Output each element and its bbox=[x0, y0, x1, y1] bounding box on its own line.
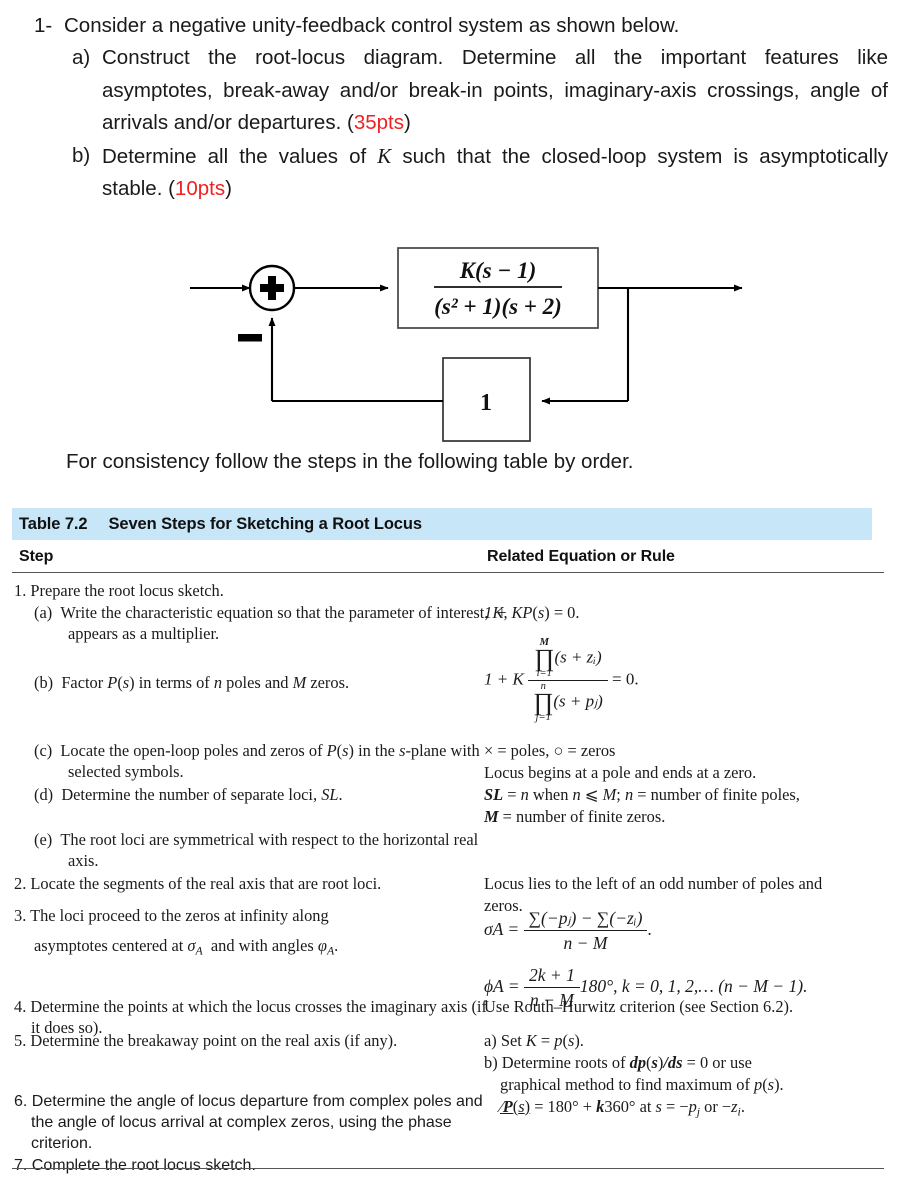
rule-1a: 1 + KP(s) = 0. bbox=[484, 603, 580, 622]
table-bottom-border bbox=[12, 1168, 884, 1169]
column-header-step: Step bbox=[19, 548, 54, 565]
question-item-b-text: Determine all the values of K such that … bbox=[102, 140, 888, 206]
root-locus-steps-table: Table 7.2 Seven Steps for Sketching a Ro… bbox=[12, 508, 910, 1174]
question-item-b-points: 10pts bbox=[174, 176, 226, 200]
question-item-b: b) Determine all the values of K such th… bbox=[72, 140, 888, 206]
step-1: 1. Prepare the root locus sketch. bbox=[14, 581, 224, 600]
question-item-a-body: Construct the root-locus diagram. Determ… bbox=[102, 46, 888, 135]
question-item-a: a) Construct the root-locus diagram. Det… bbox=[72, 42, 888, 139]
question-item-a-marker: a) bbox=[72, 46, 91, 70]
step-2: 2. Locate the segments of the real axis … bbox=[14, 874, 382, 893]
block-diagram: K(s − 1) (s² + 1)(s + 2) 1 bbox=[150, 238, 790, 443]
angle-symbol-icon: ∕P(s) bbox=[500, 1097, 531, 1116]
table-title: Seven Steps for Sketching a Root Locus bbox=[108, 514, 423, 533]
plant-numerator: K(s − 1) bbox=[459, 258, 537, 283]
question-block: 1- Consider a negative unity-feedback co… bbox=[0, 0, 922, 205]
question-item-b-variable: K bbox=[377, 143, 392, 168]
rule-1b-denominator-body: (s + pⱼ) bbox=[553, 691, 603, 711]
question-item-1-text: Consider a negative unity-feedback contr… bbox=[64, 14, 680, 37]
table-number: Table 7.2 bbox=[19, 514, 88, 533]
question-item-b-close: ) bbox=[225, 176, 232, 200]
rule-3-sigma-lhs: σA = bbox=[484, 918, 520, 939]
question-item-1: 1- Consider a negative unity-feedback co… bbox=[34, 10, 888, 42]
question-item-b-marker: b) bbox=[72, 143, 91, 167]
step-6: 6. Determine the angle of locus departur… bbox=[14, 1093, 483, 1152]
step-1a-marker: (a) bbox=[34, 603, 53, 622]
table-title-band: Table 7.2 Seven Steps for Sketching a Ro… bbox=[12, 508, 872, 540]
question-item-a-points: 35pts bbox=[353, 111, 404, 135]
rule-3-sigma-denominator: n − M bbox=[563, 933, 608, 954]
rule-3-phi-rest: 180°, k = 0, 1, 2,… (n − M − 1). bbox=[579, 975, 808, 996]
step-1a: (a) Write the characteristic equation so… bbox=[34, 603, 508, 643]
step-1e: (e) The root loci are symmetrical with r… bbox=[34, 830, 479, 870]
step-1b: (b) Factor P(s) in terms of n poles and … bbox=[34, 673, 350, 692]
rule-3-sigma-fraction: ∑(−pⱼ) − ∑(−zᵢ) n − M bbox=[523, 907, 648, 955]
rule-1b: 1 + K M ∏ i=1 (s + zᵢ) n ∏ j=1 (s + pⱼ) = 0. bbox=[484, 637, 639, 724]
question-item-a-close: ) bbox=[403, 111, 411, 135]
summing-junction-minus-icon bbox=[238, 334, 262, 342]
rule-1d-line-1: SL = n when n ⩽ M; n = number of finite … bbox=[484, 785, 800, 804]
plant-denominator: (s² + 1)(s + 2) bbox=[434, 294, 562, 319]
rule-3-sigma: σA = ∑(−pⱼ) − ∑(−zᵢ) n − M . bbox=[484, 907, 652, 955]
question-item-1-marker: 1- bbox=[34, 14, 53, 37]
rule-5b-line-2: graphical method to find maximum of p(s)… bbox=[500, 1075, 784, 1094]
step-1e-marker: (e) bbox=[34, 830, 53, 849]
rule-1b-numerator: M ∏ i=1 (s + zᵢ) bbox=[528, 637, 608, 682]
rule-5b-line-1: b) Determine roots of dp(s)/ds = 0 or us… bbox=[484, 1053, 752, 1072]
rule-5a: a) Set K = p(s). bbox=[484, 1031, 584, 1050]
block-diagram-svg: K(s − 1) (s² + 1)(s + 2) 1 bbox=[190, 247, 743, 442]
product-operator-numerator: M ∏ i=1 bbox=[534, 637, 555, 679]
step-1d-marker: (d) bbox=[34, 785, 54, 804]
question-item-b-body-1: Determine all the values of bbox=[102, 144, 378, 168]
table-column-headers: Step Related Equation or Rule bbox=[12, 542, 884, 573]
rule-1b-suffix: = 0. bbox=[612, 669, 639, 689]
step-3-line-1: 3. The loci proceed to the zeros at infi… bbox=[14, 906, 329, 925]
rule-1b-fraction: M ∏ i=1 (s + zᵢ) n ∏ j=1 (s + pⱼ) bbox=[528, 637, 608, 724]
consistency-note: For consistency follow the steps in the … bbox=[66, 450, 634, 473]
step-3-line-2: asymptotes centered at σA and with angle… bbox=[34, 936, 339, 958]
rule-1b-prefix: 1 + K bbox=[484, 669, 524, 689]
step-1c-marker: (c) bbox=[34, 741, 53, 760]
rule-1c-line-1: × = poles, ○ = zeros bbox=[484, 741, 616, 760]
step-5: 5. Determine the breakaway point on the … bbox=[14, 1031, 398, 1050]
rule-1d-line-2: M = number of finite zeros. bbox=[484, 807, 666, 826]
step-1b-marker: (b) bbox=[34, 673, 54, 692]
step-7: 7. Complete the root locus sketch. bbox=[14, 1157, 256, 1174]
column-header-rule: Related Equation or Rule bbox=[487, 548, 675, 565]
feedback-gain-label: 1 bbox=[480, 390, 492, 416]
rule-6: ∕P(s) = 180° + k360° at s = −pj or −zi. bbox=[500, 1097, 745, 1119]
product-operator-denominator: n ∏ j=1 bbox=[533, 681, 554, 724]
rule-1c-line-2: Locus begins at a pole and ends at a zer… bbox=[484, 763, 757, 782]
rule-1b-denominator: n ∏ j=1 (s + pⱼ) bbox=[528, 681, 608, 723]
step-1c: (c) Locate the open-loop poles and zeros… bbox=[34, 741, 480, 781]
rule-3-phi-numerator: 2k + 1 bbox=[524, 964, 580, 989]
question-item-a-text: Construct the root-locus diagram. Determ… bbox=[102, 42, 888, 139]
rule-3-sigma-numerator: ∑(−pⱼ) − ∑(−zᵢ) bbox=[523, 907, 648, 932]
rule-2-line-1: Locus lies to the left of an odd number … bbox=[484, 874, 823, 893]
step-1d: (d) Determine the number of separate loc… bbox=[34, 785, 343, 804]
table-body: 1. Prepare the root locus sketch. (a) Wr… bbox=[12, 573, 892, 1174]
rule-3-phi-lhs: ϕA = bbox=[484, 975, 520, 996]
rule-4: Use Routh–Hurwitz criterion (see Section… bbox=[484, 997, 794, 1016]
rule-1b-numerator-body: (s + zᵢ) bbox=[554, 647, 602, 667]
